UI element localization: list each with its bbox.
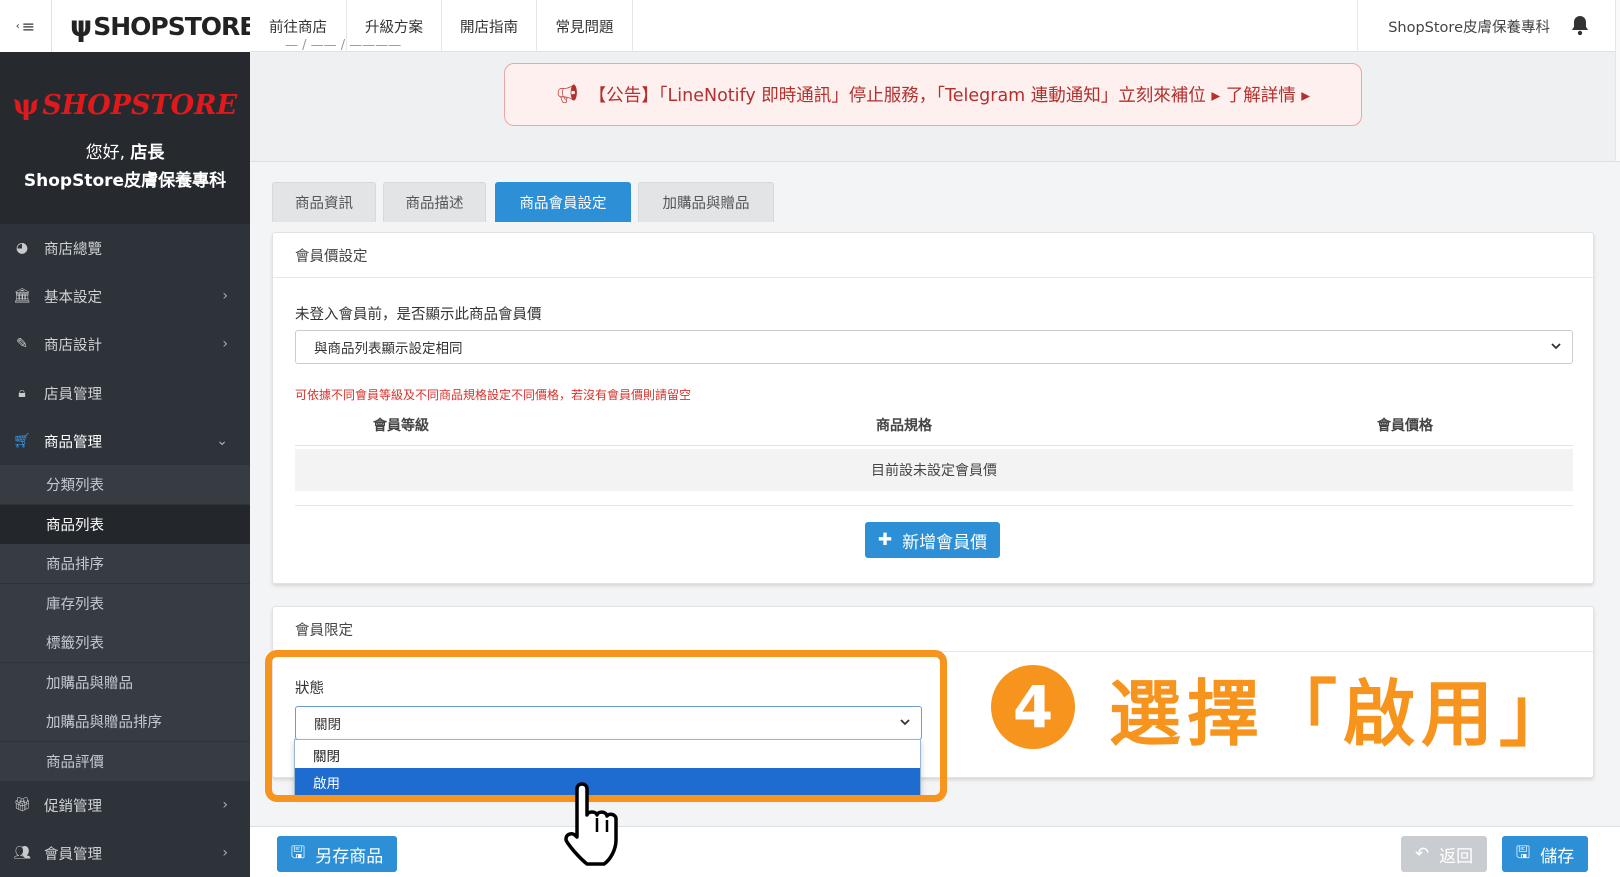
- tab-product-info[interactable]: 商品資訊: [272, 182, 376, 222]
- sidebar-sub-tags[interactable]: 標籤列表: [0, 623, 250, 662]
- member-price-display-select[interactable]: 與商品列表顯示設定相同: [295, 330, 1573, 364]
- chevron-down-icon: [1551, 343, 1561, 350]
- sidebar-item-overview[interactable]: ◕ 商店總覽: [0, 224, 250, 272]
- floppy-disk-icon: 🖫: [1515, 842, 1531, 863]
- sidebar-item-members[interactable]: 👥︎ 會員管理 ›: [0, 829, 250, 877]
- logo-mark-icon: ψ: [70, 9, 92, 43]
- save-button[interactable]: 🖫 儲存: [1502, 836, 1588, 872]
- column-product-spec: 商品規格: [876, 418, 932, 434]
- chevron-right-icon: ›: [222, 288, 228, 304]
- sidebar-item-products[interactable]: 🛒︎ 商品管理 ⌄: [0, 417, 250, 465]
- member-limit-title: 會員限定: [273, 607, 1593, 652]
- breadcrumb: — / —— / ————: [285, 38, 402, 52]
- menu-toggle-button[interactable]: ‹ ≡: [0, 0, 52, 52]
- empty-member-price-row: 目前設未設定會員價: [295, 449, 1573, 491]
- sidebar-sub-product-sort[interactable]: 商品排序: [0, 544, 250, 583]
- chevron-left-icon: ‹: [15, 20, 20, 32]
- step-callout: 4 選擇「啟用」: [991, 662, 1577, 756]
- sidebar-sub-inventory[interactable]: 庫存列表: [0, 584, 250, 623]
- member-price-panel: 會員價設定 未登入會員前，是否顯示此商品會員價 與商品列表顯示設定相同 可依據不…: [272, 232, 1594, 584]
- sidebar-logo: ψ SHOPSTORE: [12, 88, 238, 121]
- sidebar: ‹ ≡ ψ SHOPSTORE ψ SHOPSTORE 您好, 店長 ShopStor…: [0, 0, 256, 877]
- chevron-right-icon: ›: [222, 797, 228, 813]
- step-number-badge: 4: [991, 665, 1075, 749]
- plus-icon: ✚: [877, 530, 893, 550]
- sidebar-item-promotions[interactable]: 🎁︎ 促銷管理 ›: [0, 781, 250, 829]
- magic-wand-icon: ✎: [16, 336, 28, 352]
- chevron-down-icon: ⌄: [216, 433, 228, 449]
- cart-icon: 🛒︎: [13, 433, 31, 449]
- tab-addons-gifts[interactable]: 加購品與贈品: [638, 182, 774, 222]
- bank-icon: 🏛︎: [13, 288, 31, 304]
- column-member-level: 會員等級: [373, 418, 429, 434]
- reply-arrow-icon: ↶: [1414, 844, 1430, 864]
- member-price-title: 會員價設定: [273, 233, 1593, 278]
- sidebar-sub-addons-sort[interactable]: 加購品與贈品排序: [0, 702, 250, 741]
- sidebar-shop-name: ShopStore皮膚保養專科: [23, 171, 227, 191]
- lock-icon: 🔒︎: [18, 385, 26, 401]
- gift-icon: 🎁︎: [13, 797, 31, 813]
- dashboard-icon: ◕: [15, 240, 29, 256]
- topnav-guide[interactable]: 開店指南: [442, 0, 537, 52]
- chevron-right-icon: ›: [222, 336, 228, 352]
- users-icon: 👥︎: [13, 845, 31, 861]
- topbar-shop-name[interactable]: ShopStore皮膚保養專科: [1388, 0, 1550, 52]
- announcement-banner[interactable]: 📢︎ 【公告】「LineNotify 即時通訊」停止服務，「Telegram 連…: [504, 63, 1362, 126]
- sidebar-sub-reviews[interactable]: 商品評價: [0, 742, 250, 781]
- table-divider: [295, 505, 1573, 506]
- greeting: 您好, 店長 ShopStore皮膚保養專科: [23, 143, 227, 191]
- sidebar-item-store-design[interactable]: ✎ 商店設計 ›: [0, 320, 250, 368]
- column-member-price: 會員價格: [1377, 418, 1433, 434]
- member-price-question: 未登入會員前，是否顯示此商品會員價: [295, 307, 542, 323]
- topnav-faq[interactable]: 常見問題: [537, 0, 633, 52]
- megaphone-icon: 📢︎: [555, 84, 579, 105]
- sidebar-sub-product-list[interactable]: 商品列表: [0, 505, 250, 544]
- floppy-disk-icon: 🖫: [290, 842, 306, 863]
- sidebar-item-basic-settings[interactable]: 🏛︎ 基本設定 ›: [0, 272, 250, 320]
- save-as-product-button[interactable]: 🖫 另存商品: [277, 836, 397, 872]
- hand-pointer-icon: [564, 782, 618, 866]
- sidebar-brand: ψ SHOPSTORE 您好, 店長 ShopStore皮膚保養專科: [0, 52, 250, 224]
- sidebar-sub-addons[interactable]: 加購品與贈品: [0, 663, 250, 702]
- logo-mark-icon: ψ: [12, 88, 40, 121]
- tab-product-description[interactable]: 商品描述: [383, 182, 486, 222]
- sidebar-item-staff[interactable]: 🔒︎ 店員管理: [0, 369, 250, 417]
- bell-icon[interactable]: [1570, 14, 1590, 36]
- top-logo[interactable]: ψ SHOPSTORE: [52, 0, 256, 52]
- step-instruction: 選擇「啟用」: [1109, 671, 1578, 756]
- member-price-hint: 可依據不同會員等級及不同商品規格設定不同價格，若沒有會員價則請留空: [295, 388, 692, 402]
- tab-member-settings[interactable]: 商品會員設定: [495, 182, 631, 222]
- sidebar-sub-categories[interactable]: 分類列表: [0, 465, 250, 504]
- table-divider: [295, 445, 1573, 446]
- bottom-action-bar: 🖫 另存商品 ↶ 返回 🖫 儲存: [250, 826, 1620, 877]
- back-button[interactable]: ↶ 返回: [1401, 836, 1487, 872]
- topbar-divider: [1357, 0, 1358, 52]
- chevron-right-icon: ›: [222, 845, 228, 861]
- add-member-price-button[interactable]: ✚ 新增會員價: [865, 522, 1000, 558]
- menu-icon: ≡: [21, 16, 36, 36]
- top-bar: 前往商店 升級方案 開店指南 常見問題 ShopStore皮膚保養專科: [250, 0, 1620, 52]
